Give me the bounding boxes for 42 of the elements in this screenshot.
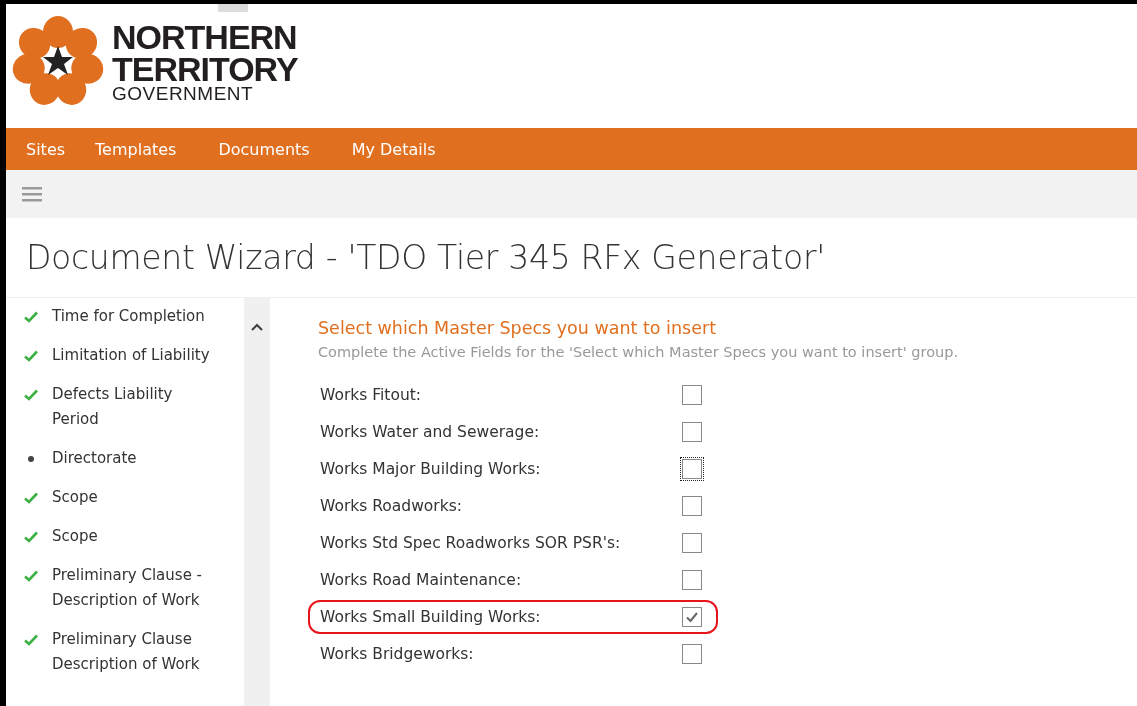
checkbox[interactable] (682, 644, 702, 664)
checkmark-icon (685, 611, 699, 623)
sidebar-label: Preliminary Clause - Description of Work (52, 565, 204, 611)
field-label: Works Major Building Works: (320, 460, 541, 478)
tab-handle (218, 4, 248, 12)
sidebar-item[interactable]: Time for Completion (24, 304, 244, 329)
group-title: Select which Master Specs you want to insert (318, 318, 717, 338)
sidebar-item[interactable]: Preliminary Clause Description of Work (24, 627, 244, 677)
group-hint: Complete the Active Fields for the 'Select which Master Specs you want to insert' group. (318, 344, 959, 360)
sidebar-item[interactable]: Defects Liability Period (24, 382, 244, 432)
field-label: Works Road Maintenance: (320, 571, 522, 589)
checkbox[interactable] (682, 533, 702, 553)
sidebar-item[interactable]: Scope (24, 524, 244, 549)
sidebar-label: Time for Completion (52, 306, 205, 327)
checkbox[interactable] (682, 607, 702, 627)
field-label: Works Std Spec Roadworks SOR PSR's: (320, 534, 621, 552)
sidebar-label: Scope (52, 526, 98, 547)
field-label: Works Small Building Works: (320, 608, 541, 626)
checkbox[interactable] (682, 570, 702, 590)
checkbox[interactable] (682, 385, 702, 405)
sidebar-label: Preliminary Clause Description of Work (52, 629, 201, 675)
sidebar-label: Defects Liability Period (52, 384, 174, 430)
menu-icon[interactable] (22, 186, 42, 202)
logo-text: GOVERNMENT (112, 85, 255, 104)
sidebar-item[interactable]: Preliminary Clause - Description of Work (24, 563, 244, 613)
logo-text: TERRITORY (112, 52, 298, 86)
logo-text: NORTHERN (112, 20, 298, 53)
field-label: Works Fitout: (320, 386, 422, 404)
sidebar-label: Scope (52, 487, 98, 508)
field-label: Works Roadworks: (320, 497, 462, 515)
chevron-up-icon[interactable] (250, 322, 264, 332)
flower-logo-icon (10, 16, 106, 108)
checkbox[interactable] (682, 422, 702, 442)
sidebar-item[interactable]: Directorate (24, 446, 244, 471)
sidebar-label: Directorate (52, 448, 137, 469)
sidebar-item[interactable]: Scope (24, 485, 244, 510)
page-title: Document Wizard - 'TDO Tier 345 RFx Generator' (6, 218, 1137, 298)
field-label: Works Bridgeworks: (320, 645, 474, 663)
sidebar-label: Limitation of Liability (52, 345, 210, 366)
field-label: Works Water and Sewerage: (320, 423, 540, 441)
sidebar-item[interactable]: Limitation of Liability (24, 343, 244, 368)
checkbox[interactable] (682, 496, 702, 516)
